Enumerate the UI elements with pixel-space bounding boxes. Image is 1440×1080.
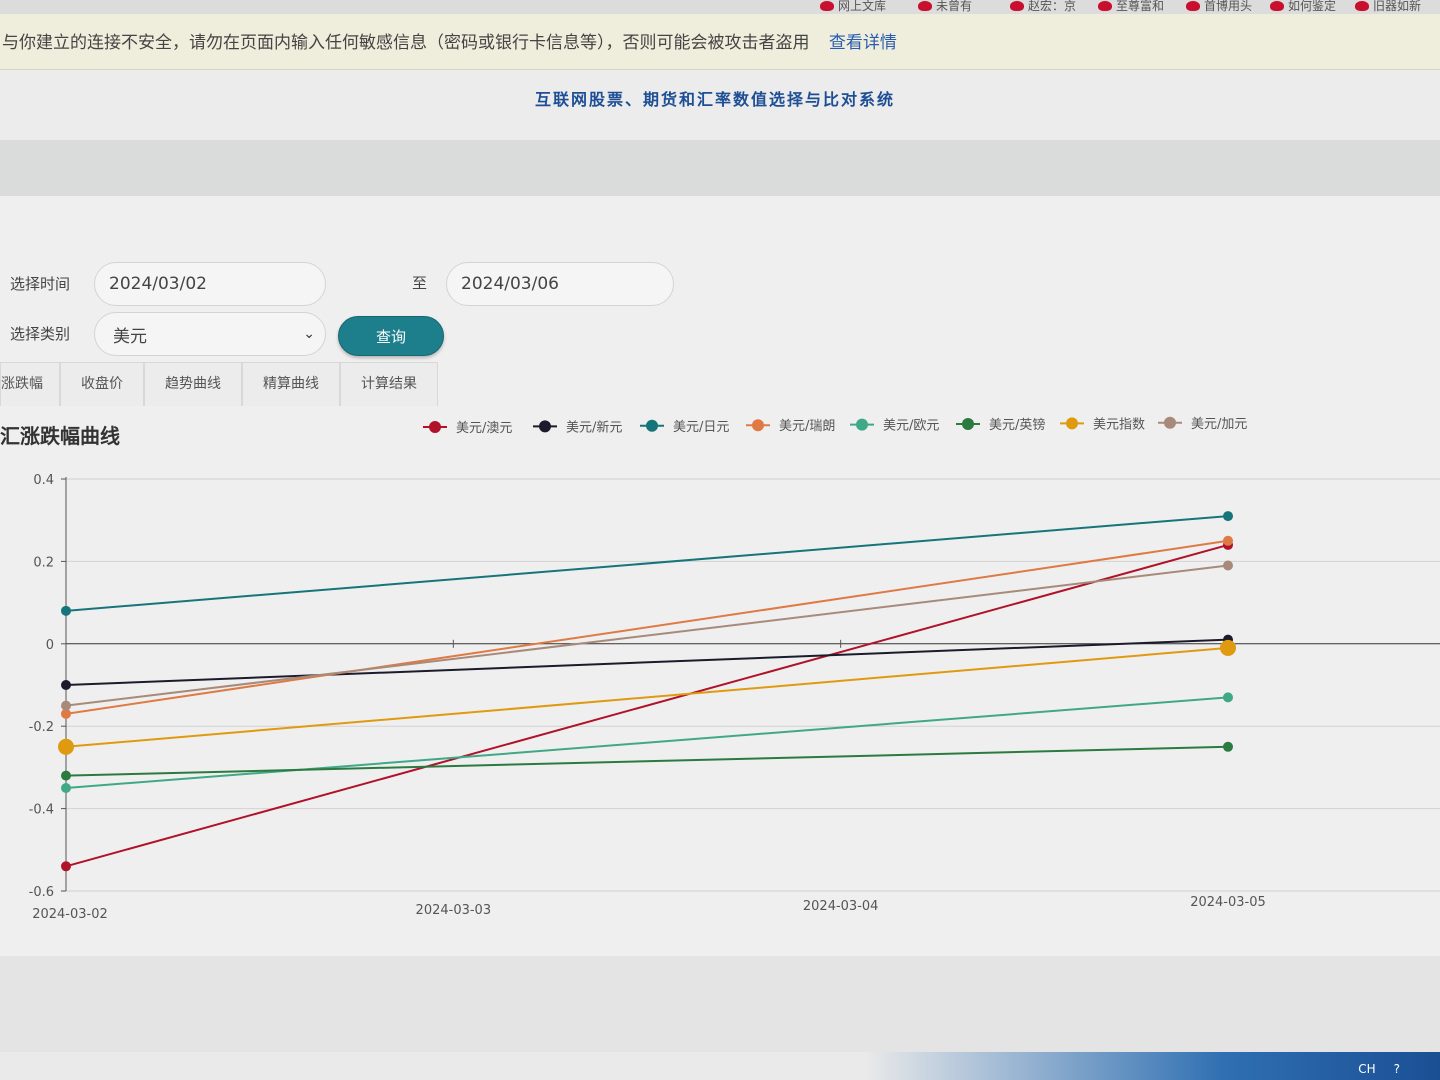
bookmark-label: 网上文库 <box>838 0 887 13</box>
bookmark-item[interactable]: 至尊富和 <box>1098 0 1164 14</box>
data-point <box>61 680 71 690</box>
y-tick-label: -0.4 <box>29 803 54 818</box>
y-tick-label: 0.2 <box>33 555 54 570</box>
page-footer-area <box>0 956 1440 1052</box>
weibo-icon <box>1270 0 1284 11</box>
legend-swatch <box>1164 416 1176 429</box>
bookmark-item[interactable]: 网上文库 <box>820 0 886 14</box>
legend-swatch <box>539 420 551 433</box>
data-point <box>61 770 71 781</box>
data-point <box>58 738 74 755</box>
data-point <box>1223 511 1233 522</box>
legend-label: 美元/新元 <box>566 419 622 435</box>
legend-swatch <box>962 418 974 430</box>
bookmark-item[interactable]: 旧器如新 <box>1355 0 1421 14</box>
data-point <box>1223 535 1233 546</box>
data-point <box>1223 741 1233 752</box>
bookmark-item[interactable]: 未曾有 <box>918 0 972 14</box>
data-point <box>1223 692 1233 703</box>
input-language-indicator[interactable]: CH <box>1358 1062 1375 1076</box>
os-taskbar: CH ? <box>0 1052 1440 1080</box>
weibo-icon <box>918 0 932 11</box>
legend-swatch <box>429 421 441 433</box>
legend-swatch <box>646 419 658 432</box>
legend-swatch <box>856 418 868 431</box>
x-tick-label: 2024-03-05 <box>1190 895 1266 910</box>
legend-label: 美元/澳元 <box>456 420 512 436</box>
y-tick-label: -0.2 <box>29 720 54 735</box>
site-header: 互联网股票、期货和汇率数值选择与比对系统 <box>0 70 1440 140</box>
bookmark-item[interactable]: 如何鉴定 <box>1270 0 1336 14</box>
bookmarks-bar: 网上文库 未曾有 赵宏：京 至尊富和 首博用头 如何鉴定 旧器如新 <box>0 0 1440 14</box>
legend-label: 美元指数 <box>1093 417 1145 432</box>
x-tick-label: 2024-03-02 <box>32 907 108 922</box>
legend-label: 美元/欧元 <box>883 419 939 434</box>
bookmark-item[interactable]: 赵宏：京 <box>1010 0 1076 14</box>
x-tick-label: 2024-03-03 <box>416 903 492 918</box>
series-line <box>65 745 1229 777</box>
bookmark-item[interactable]: 首博用头 <box>1186 0 1252 14</box>
site-title: 互联网股票、期货和汇率数值选择与比对系统 <box>534 90 895 109</box>
line-chart: 0.4 0.2 0 -0.2 -0.4 -0.6 2024-03-02 2024-03-03 2… <box>29 416 1440 922</box>
view-details-link[interactable]: 查看详情 <box>829 33 897 53</box>
weibo-icon <box>1098 0 1112 11</box>
data-point <box>1220 639 1236 656</box>
data-point <box>1223 560 1233 571</box>
legend-label: 美元/瑞朗 <box>779 419 835 434</box>
weibo-icon <box>820 0 834 11</box>
help-icon[interactable]: ? <box>1394 1062 1400 1076</box>
legend-label: 美元/加元 <box>1191 417 1247 432</box>
bookmark-label: 至尊富和 <box>1116 0 1165 13</box>
header-band <box>0 140 1440 196</box>
legend-label: 美元/日元 <box>673 420 729 435</box>
data-point <box>61 783 71 793</box>
series-line <box>65 564 1229 707</box>
data-point <box>61 605 71 616</box>
bookmark-label: 赵宏：京 <box>1028 0 1077 13</box>
legend-swatch <box>752 419 764 432</box>
bookmark-label: 首博用头 <box>1204 0 1253 13</box>
y-tick-label: 0.4 <box>33 473 54 488</box>
security-warning-text: 与你建立的连接不安全，请勿在页面内输入任何敏感信息（密码或银行卡信息等），否则可… <box>2 33 810 53</box>
data-point <box>61 700 71 711</box>
series-line <box>65 539 1229 715</box>
bookmark-label: 未曾有 <box>936 0 973 13</box>
series-line <box>65 696 1229 789</box>
weibo-icon <box>1355 0 1369 11</box>
series-line <box>65 515 1229 612</box>
data-point <box>61 861 71 872</box>
legend-swatch <box>1066 417 1078 430</box>
y-tick-label: -0.6 <box>29 885 54 900</box>
series-line <box>65 543 1229 868</box>
security-warning-bar: 与你建立的连接不安全，请勿在页面内输入任何敏感信息（密码或银行卡信息等），否则可… <box>0 14 1440 70</box>
bookmark-label: 旧器如新 <box>1373 0 1422 13</box>
weibo-icon <box>1186 0 1200 11</box>
x-tick-label: 2024-03-04 <box>803 899 879 914</box>
y-tick-label: 0 <box>46 638 54 653</box>
weibo-icon <box>1010 0 1024 11</box>
legend-label: 美元/英镑 <box>989 417 1045 433</box>
bookmark-label: 如何鉴定 <box>1288 0 1337 13</box>
